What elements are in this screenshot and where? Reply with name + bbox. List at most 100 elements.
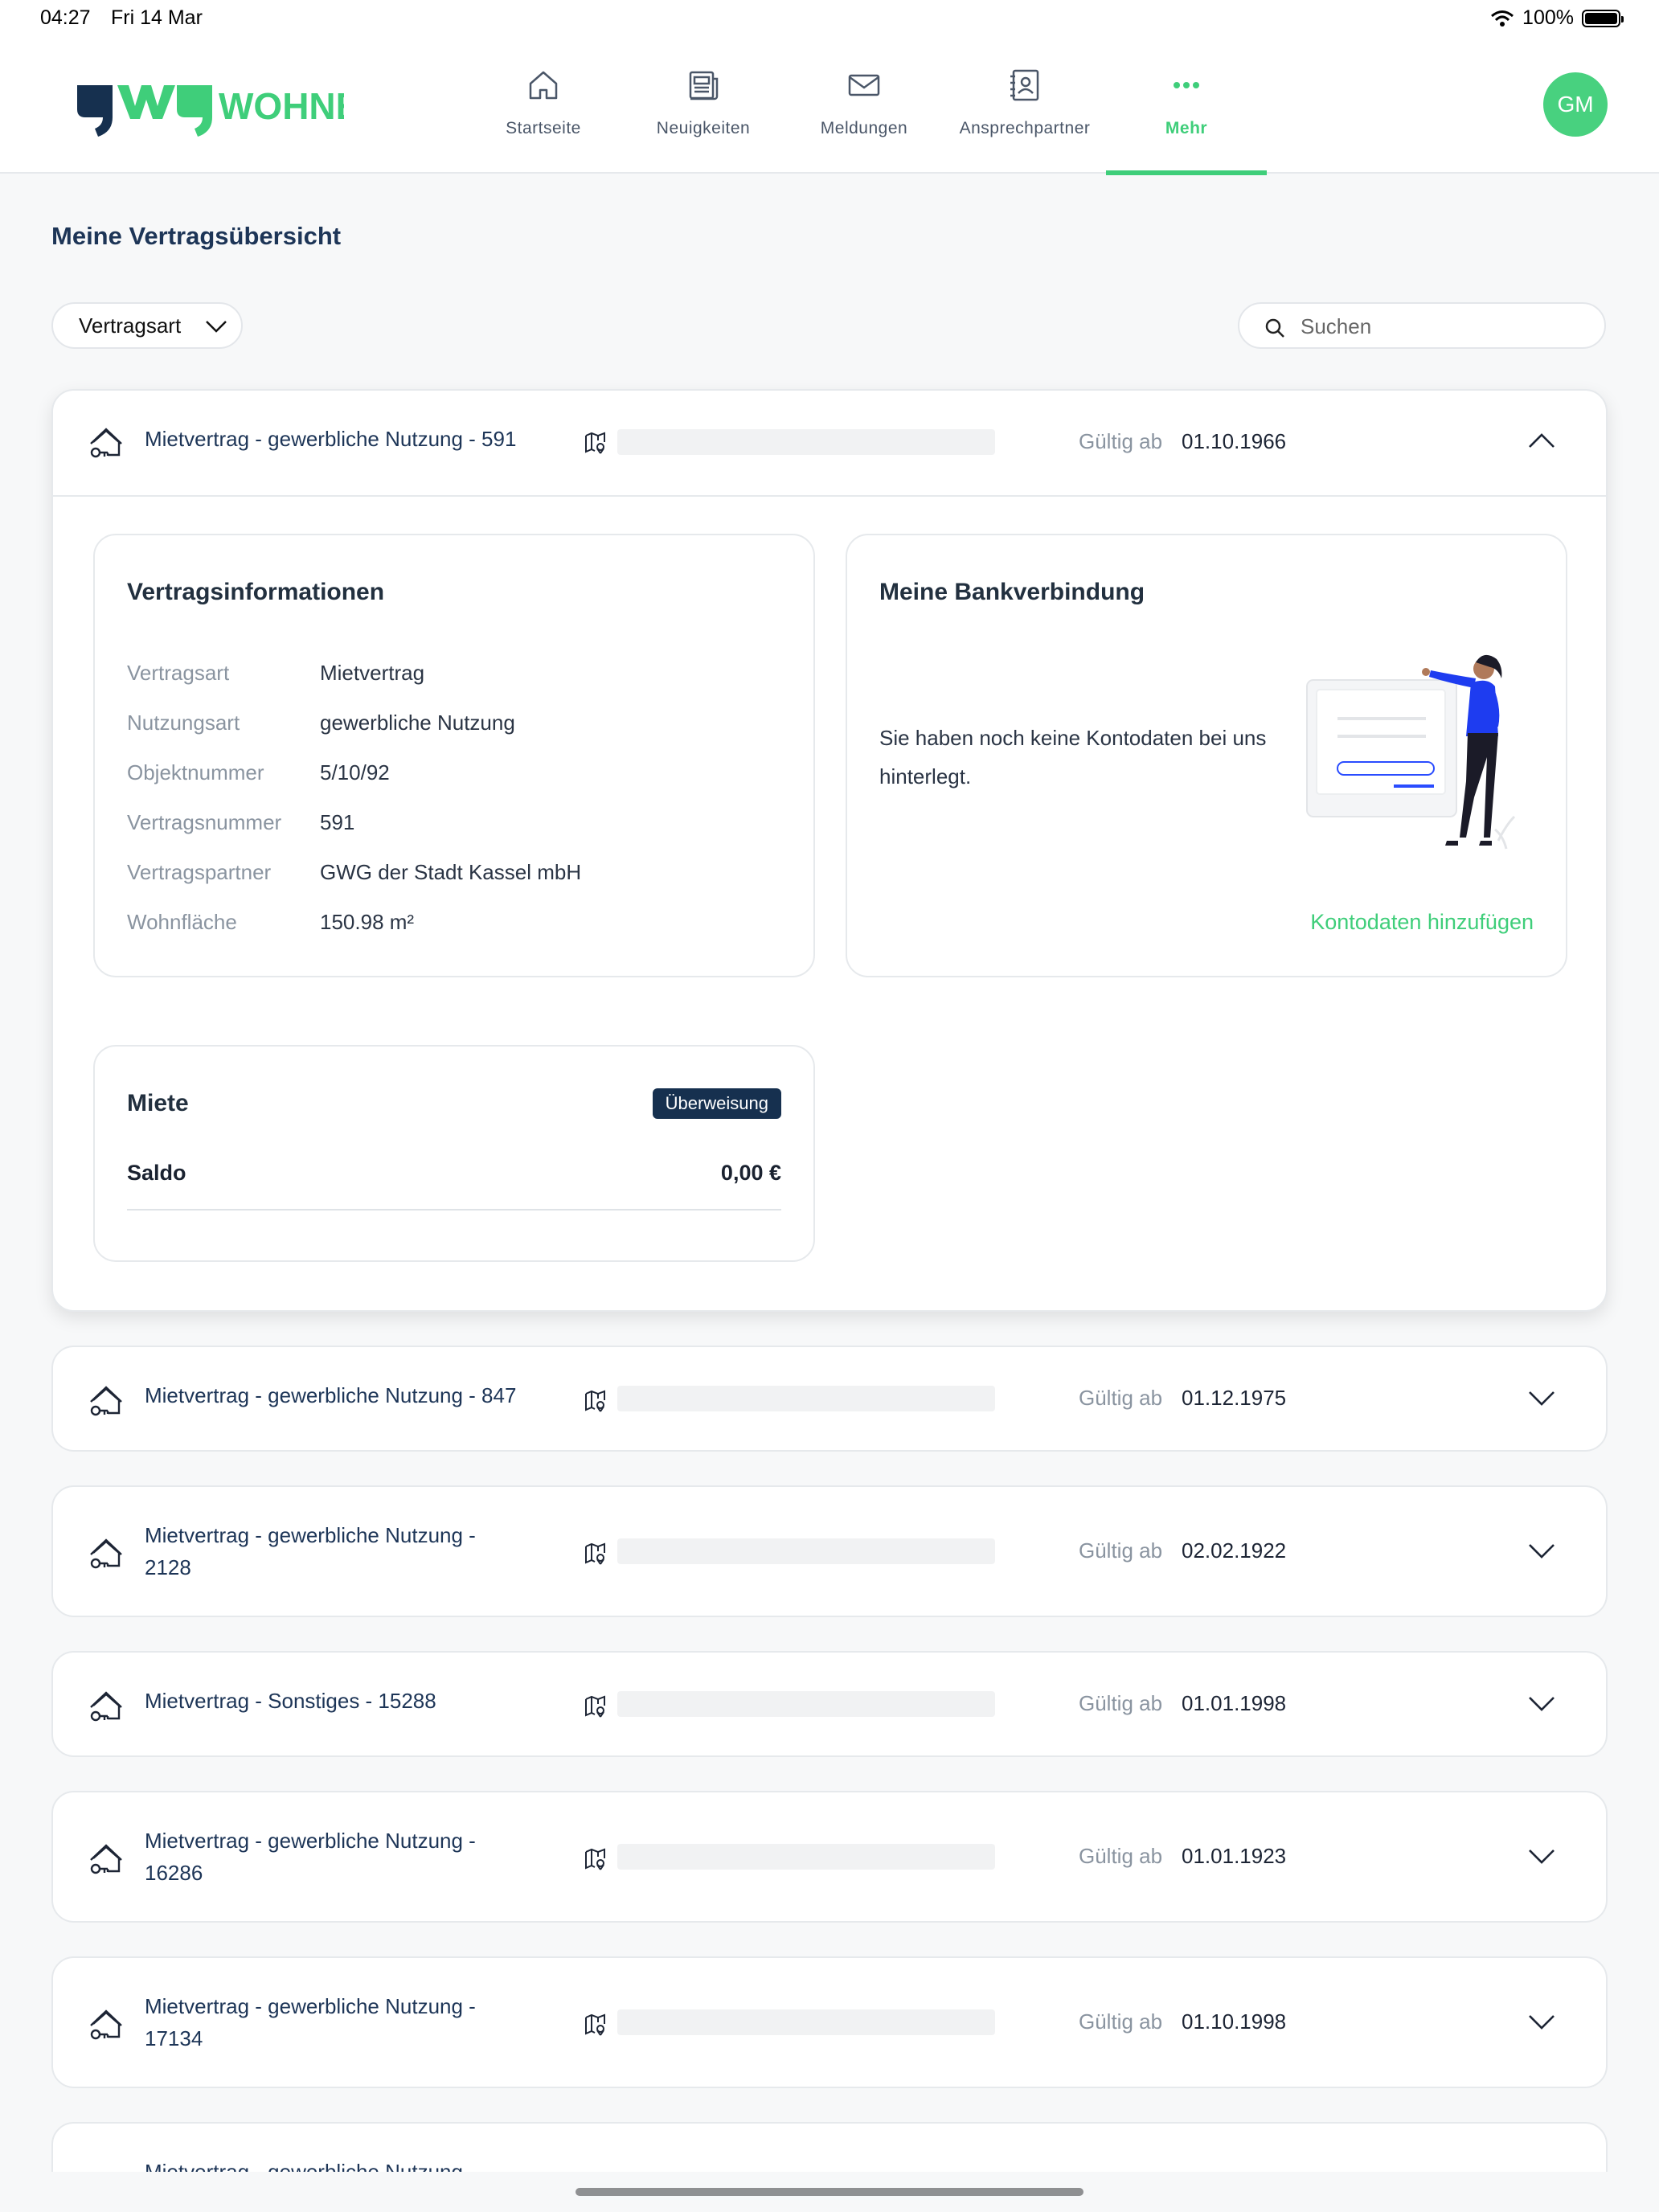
- contract-title: Mietvertrag - gewerbliche Nutzung - 1628…: [145, 1829, 476, 1885]
- map-pin-icon: [585, 1542, 605, 1565]
- contract-title: Mietvertrag - gewerbliche Nutzung: [145, 2160, 463, 2172]
- map-pin-icon: [585, 1390, 605, 1412]
- contract-info-title: Vertragsinformationen: [127, 579, 385, 605]
- contract-info-panel: Vertragsinformationen Vertragsart Mietve…: [93, 534, 815, 977]
- valid-from-date: 01.10.1966: [1182, 429, 1287, 453]
- tab-startseite[interactable]: Startseite: [463, 39, 624, 174]
- address-placeholder-bar: [617, 1538, 995, 1564]
- battery-icon: [1582, 9, 1624, 27]
- map-pin-icon: [585, 1848, 605, 1870]
- valid-from-label: Gültig ab: [1079, 2009, 1163, 2034]
- info-value: GWG der Stadt Kassel mbH: [320, 860, 582, 884]
- contract-card-header[interactable]: Mietvertrag - gewerbliche Nutzung - 591 …: [53, 391, 1606, 495]
- search-input[interactable]: [1301, 312, 1590, 341]
- chevron-down-icon[interactable]: [1527, 1389, 1556, 1408]
- info-key: Vertragsart: [127, 661, 230, 685]
- house-key-icon: [90, 1538, 122, 1569]
- search-icon: [1265, 318, 1284, 338]
- tab-label: Startseite: [506, 119, 581, 137]
- tab-meldungen[interactable]: Meldungen: [784, 39, 944, 174]
- contract-title: Mietvertrag - gewerbliche Nutzung - 847: [145, 1383, 517, 1407]
- status-date: Fri 14 Mar: [111, 6, 203, 29]
- info-value: 150.98 m²: [320, 910, 415, 934]
- chevron-down-icon: [206, 321, 227, 333]
- valid-from-date: 01.01.1923: [1182, 1844, 1287, 1868]
- chevron-up-icon[interactable]: [1527, 431, 1556, 450]
- valid-from-label: Gültig ab: [1079, 1386, 1163, 1410]
- tab-neuigkeiten[interactable]: Neuigkeiten: [623, 39, 784, 174]
- person-illustration: [1306, 654, 1516, 850]
- chevron-down-icon[interactable]: [1527, 1694, 1556, 1714]
- address-placeholder-bar: [617, 1386, 995, 1411]
- chevron-down-icon[interactable]: [1527, 2013, 1556, 2032]
- valid-from-label: Gültig ab: [1079, 1844, 1163, 1868]
- contract-card[interactable]: Mietvertrag - gewerbliche Nutzung - 2128…: [51, 1485, 1608, 1617]
- address-placeholder-bar: [617, 1691, 995, 1717]
- more-dots-icon: [1174, 82, 1199, 88]
- add-bank-details-link[interactable]: Kontodaten hinzufügen: [1310, 910, 1534, 935]
- valid-from-date: 01.01.1998: [1182, 1691, 1287, 1715]
- saldo-divider: [127, 1209, 781, 1210]
- map-pin-icon: [585, 2013, 605, 2036]
- info-key: Objektnummer: [127, 760, 264, 784]
- status-bar: 04:27 Fri 14 Mar 100%: [0, 0, 1659, 39]
- contract-type-filter[interactable]: Vertragsart: [51, 302, 243, 349]
- valid-from-label: Gültig ab: [1079, 1538, 1163, 1563]
- gwg-logo[interactable]: WOHNEN: [71, 74, 387, 141]
- battery-percent: 100%: [1522, 6, 1574, 29]
- tab-label: Neuigkeiten: [656, 119, 751, 137]
- contract-card[interactable]: Mietvertrag - gewerbliche Nutzung - 1628…: [51, 1791, 1608, 1923]
- home-indicator: [576, 2188, 1083, 2196]
- payment-method-badge: Überweisung: [652, 1088, 781, 1119]
- info-value: gewerbliche Nutzung: [320, 711, 515, 735]
- saldo-label: Saldo: [127, 1161, 186, 1185]
- valid-from-label: Gültig ab: [1079, 1691, 1163, 1715]
- contract-card[interactable]: Mietvertrag - gewerbliche Nutzung - 1713…: [51, 1956, 1608, 2088]
- active-tab-indicator: [1106, 170, 1267, 175]
- valid-from-date: 02.02.1922: [1182, 1538, 1287, 1563]
- house-key-icon: [90, 1386, 122, 1416]
- card-divider: [53, 495, 1606, 497]
- filter-label: Vertragsart: [79, 313, 182, 338]
- contract-title: Mietvertrag - gewerbliche Nutzung - 1713…: [145, 1994, 476, 2050]
- map-pin-icon: [585, 432, 605, 454]
- status-right: 100%: [1490, 6, 1624, 30]
- contacts-book-icon: [1010, 69, 1039, 101]
- contract-card[interactable]: Mietvertrag - gewerbliche Nutzung: [51, 2122, 1608, 2172]
- clipped-card-container: Mietvertrag - gewerbliche Nutzung: [51, 2122, 1608, 2172]
- wifi-icon: [1491, 10, 1514, 27]
- contract-card: Mietvertrag - gewerbliche Nutzung - 591 …: [51, 389, 1608, 1312]
- contract-title: Mietvertrag - Sonstiges - 15288: [145, 1689, 436, 1713]
- tab-mehr[interactable]: Mehr: [1106, 39, 1267, 175]
- home-icon: [529, 71, 558, 100]
- saldo-value: 0,00 €: [720, 1161, 781, 1185]
- chevron-down-icon[interactable]: [1527, 1542, 1556, 1561]
- address-placeholder-bar: [617, 429, 995, 455]
- tab-label: Meldungen: [820, 119, 908, 137]
- search-box[interactable]: [1238, 302, 1606, 349]
- logo-wordmark: WOHNEN: [219, 85, 344, 127]
- contract-card[interactable]: Mietvertrag - gewerbliche Nutzung - 847 …: [51, 1346, 1608, 1452]
- info-value: 591: [320, 810, 355, 834]
- tab-label: Mehr: [1165, 119, 1208, 137]
- address-placeholder-bar: [617, 2009, 995, 2035]
- valid-from-label: Gültig ab: [1079, 429, 1163, 453]
- tab-ansprechpartner[interactable]: Ansprechpartner: [944, 39, 1105, 174]
- avatar[interactable]: GM: [1543, 72, 1608, 137]
- page-title: Meine Vertragsübersicht: [51, 222, 342, 250]
- address-placeholder-bar: [617, 1844, 995, 1870]
- rent-panel: Miete Überweisung Saldo 0,00 €: [93, 1045, 815, 1262]
- tab-label: Ansprechpartner: [959, 119, 1091, 137]
- valid-from-date: 01.10.1998: [1182, 2009, 1287, 2034]
- house-key-icon: [90, 428, 122, 458]
- info-key: Nutzungsart: [127, 711, 240, 735]
- status-time: 04:27: [40, 6, 91, 29]
- envelope-icon: [848, 74, 880, 96]
- top-navigation: WOHNEN Startseite Neuigkeiten Meldungen: [0, 39, 1659, 175]
- info-key: Vertragspartner: [127, 860, 272, 884]
- info-value: Mietvertrag: [320, 661, 425, 685]
- valid-from-date: 01.12.1975: [1182, 1386, 1287, 1410]
- contract-card[interactable]: Mietvertrag - Sonstiges - 15288 Gültig a…: [51, 1651, 1608, 1757]
- info-value: 5/10/92: [320, 760, 390, 784]
- chevron-down-icon[interactable]: [1527, 1847, 1556, 1866]
